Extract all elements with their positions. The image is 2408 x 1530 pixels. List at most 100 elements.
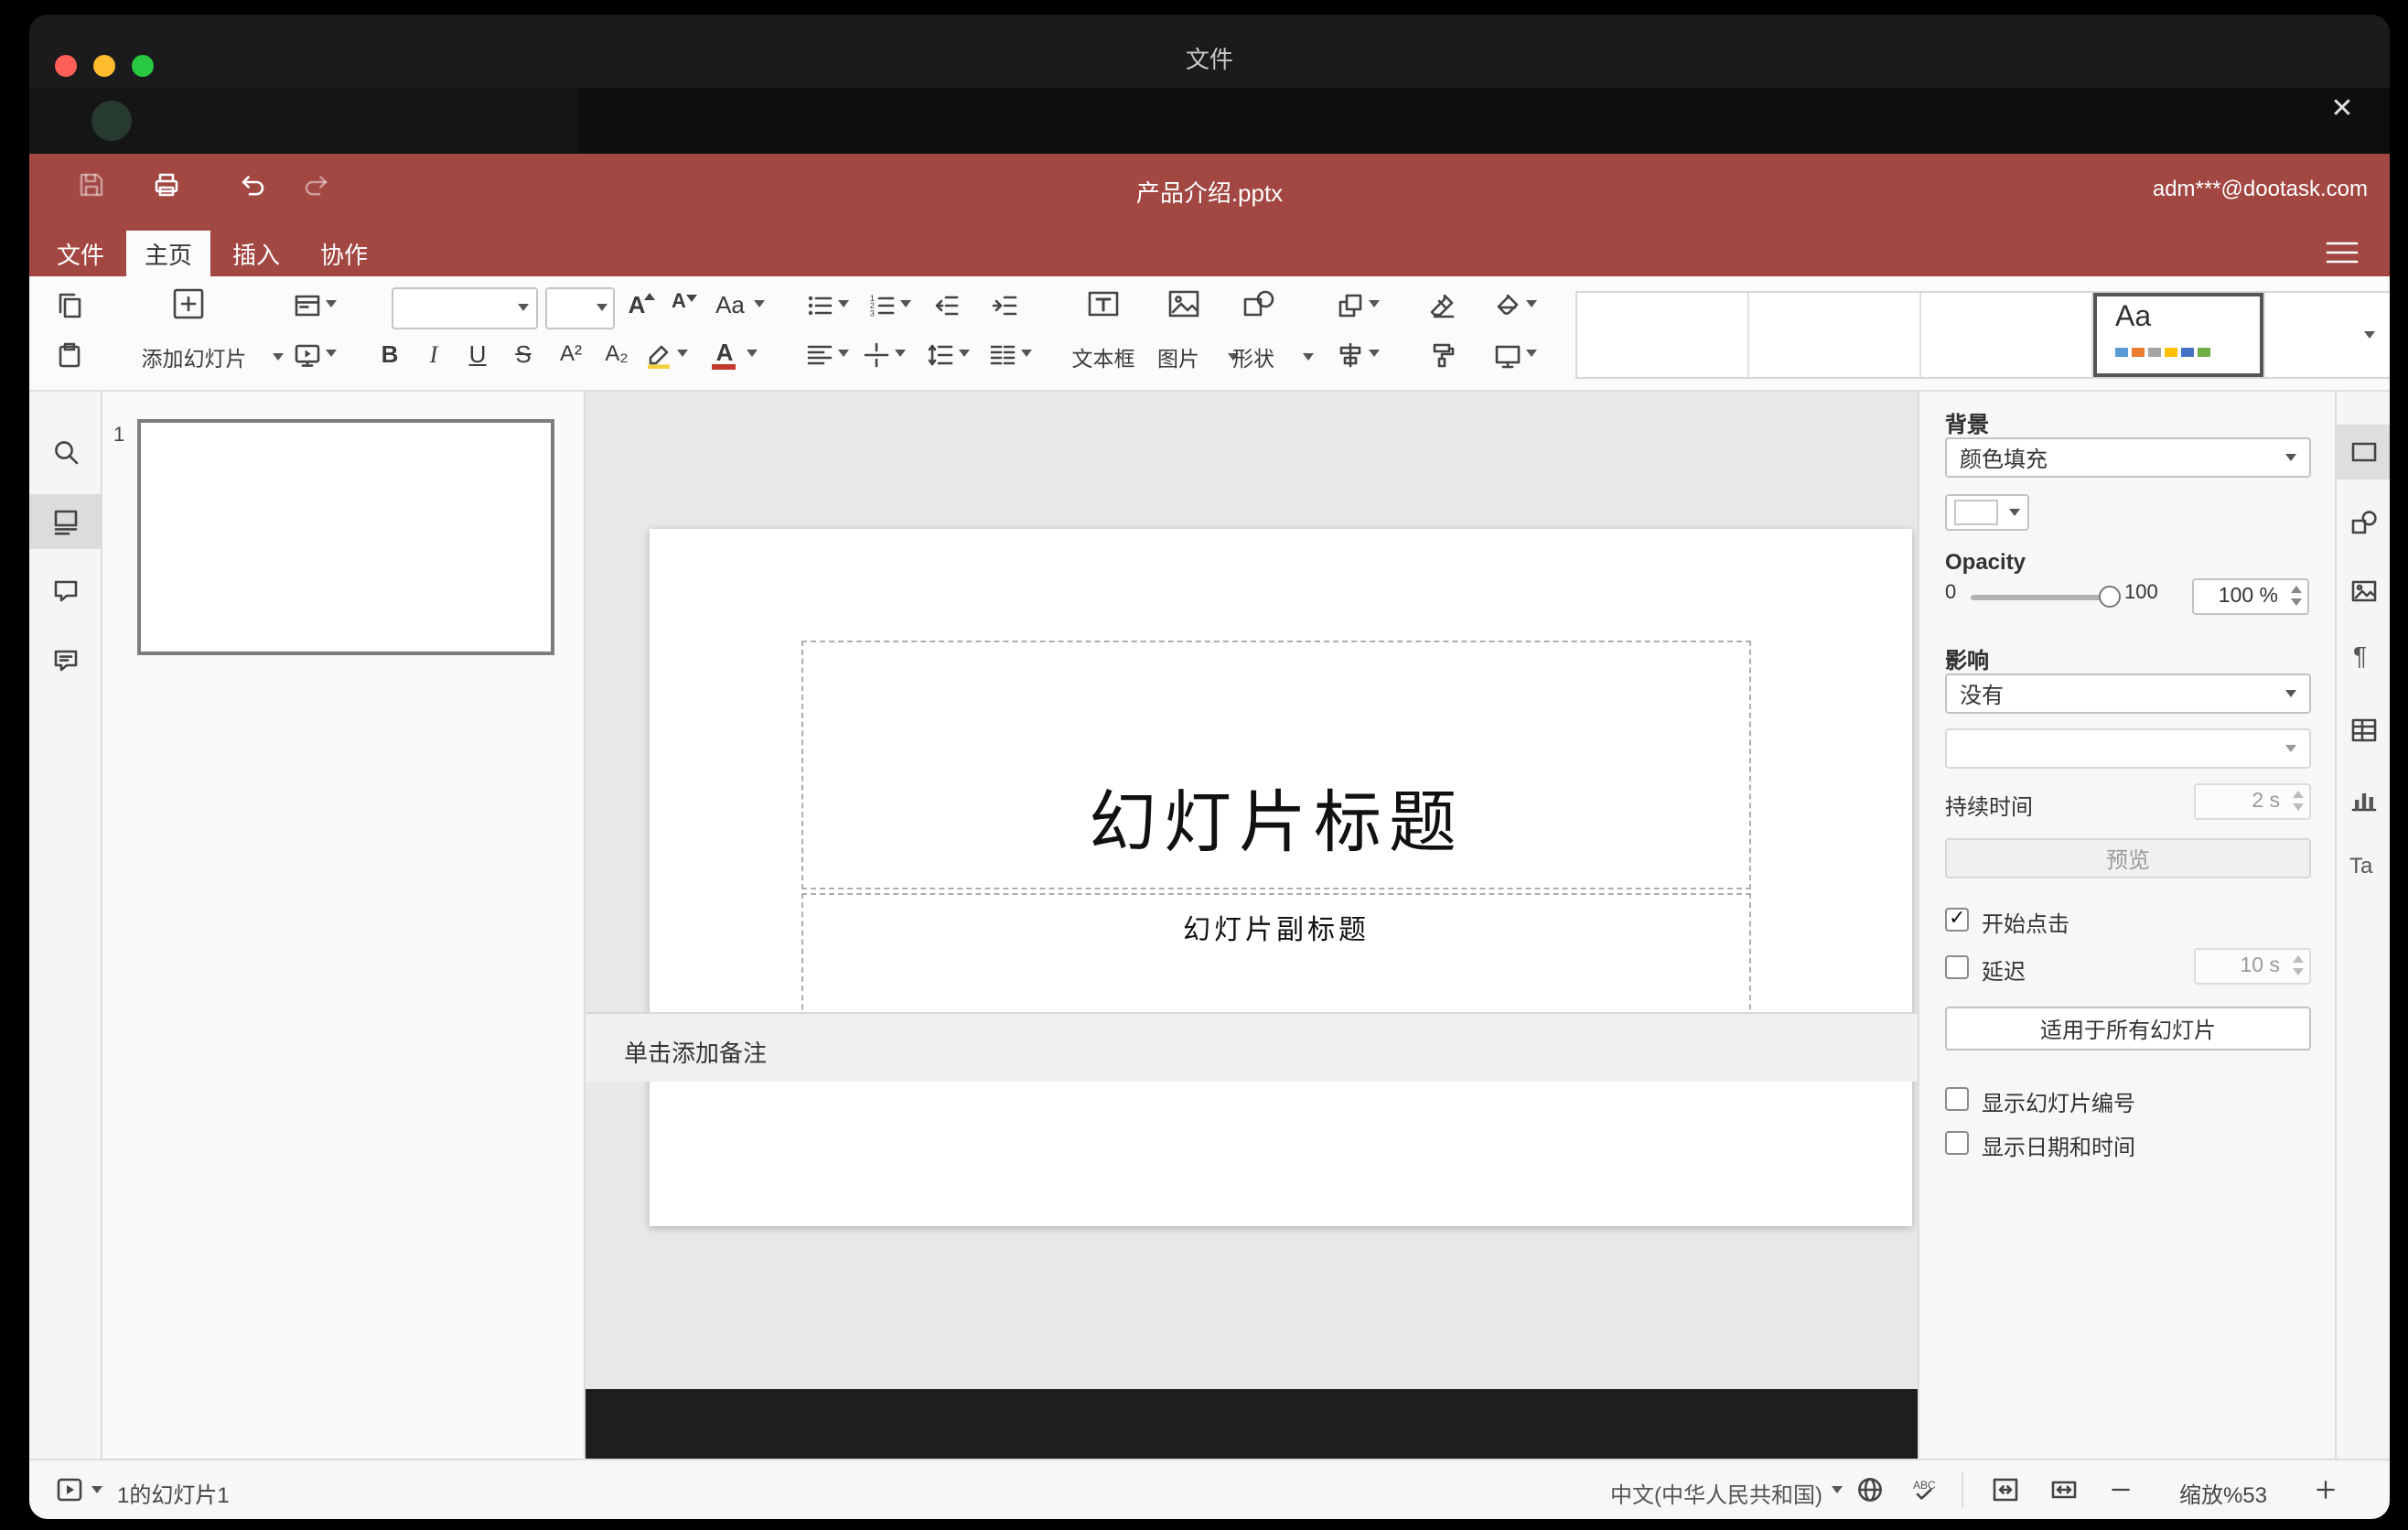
start-on-click-checkbox[interactable] <box>1945 906 1969 932</box>
start-slideshow-chevron-icon[interactable] <box>326 350 337 357</box>
start-slideshow-icon[interactable] <box>293 340 322 370</box>
editing-canvas[interactable]: 幻灯片标题 幻灯片副标题 <box>586 392 1918 1389</box>
arrange-icon[interactable] <box>1336 291 1365 320</box>
numbered-list-icon[interactable]: 123 <box>867 291 897 320</box>
paste-icon[interactable] <box>55 340 84 370</box>
table-settings-icon[interactable] <box>2349 716 2379 745</box>
slide-layout-icon[interactable] <box>293 291 322 320</box>
image-icon[interactable] <box>1166 286 1202 322</box>
search-icon[interactable] <box>51 437 81 467</box>
increase-indent-icon[interactable] <box>990 291 1019 320</box>
change-case-button[interactable]: Aa <box>710 291 750 318</box>
bold-button[interactable]: B <box>375 340 404 368</box>
arrange-chevron-icon[interactable] <box>1369 300 1380 307</box>
zoom-level[interactable]: 缩放%53 <box>2145 1479 2302 1510</box>
font-name-select[interactable] <box>392 287 538 329</box>
add-slide-chevron-icon[interactable] <box>273 353 284 361</box>
background-color-swatch-select[interactable] <box>1945 494 2029 531</box>
duration-input[interactable]: 2 s <box>2194 783 2311 820</box>
fit-width-icon[interactable] <box>2049 1475 2079 1504</box>
language-chevron-icon[interactable] <box>1832 1486 1843 1493</box>
start-slideshow-status-icon[interactable] <box>55 1475 84 1504</box>
zoom-out-icon[interactable] <box>2108 1477 2134 1503</box>
vertical-align-chevron-icon[interactable] <box>895 350 906 357</box>
language-selector[interactable]: 中文(中华人民共和国) <box>1566 1479 1822 1510</box>
delay-spinner[interactable] <box>2293 955 2304 975</box>
theme-slot-selected[interactable]: Aa <box>2093 293 2265 377</box>
highlight-color-icon[interactable] <box>644 340 673 370</box>
spellcheck-icon[interactable]: ABC <box>1910 1475 1940 1504</box>
fit-slide-icon[interactable] <box>1991 1475 2020 1504</box>
shape-button[interactable]: 形状 <box>1208 344 1299 373</box>
comments-icon[interactable] <box>51 576 81 606</box>
title-placeholder[interactable]: 幻灯片标题 <box>801 641 1751 889</box>
decrease-indent-icon[interactable] <box>931 291 961 320</box>
align-text-chevron-icon[interactable] <box>838 350 849 357</box>
increase-font-size-button[interactable]: A <box>622 291 655 318</box>
show-slide-number-checkbox[interactable] <box>1945 1087 1969 1111</box>
superscript-button[interactable]: A² <box>553 340 589 366</box>
tab-collaboration[interactable]: 协作 <box>302 231 386 276</box>
strikethrough-button[interactable]: S <box>509 340 538 368</box>
theme-gallery-expand[interactable] <box>2353 291 2390 379</box>
underline-button[interactable]: U <box>463 340 492 368</box>
align-text-icon[interactable] <box>805 340 834 370</box>
opacity-input[interactable]: 100 % <box>2192 578 2309 615</box>
paragraph-settings-icon[interactable]: ¶ <box>2353 641 2367 670</box>
slideshow-status-chevron-icon[interactable] <box>91 1486 102 1493</box>
add-slide-icon[interactable] <box>170 286 207 322</box>
font-color-button[interactable]: A <box>710 339 739 369</box>
opacity-spinner[interactable] <box>2291 586 2302 606</box>
fill-color-chevron-icon[interactable] <box>1526 300 1537 307</box>
copy-icon[interactable] <box>55 291 84 320</box>
bullet-list-chevron-icon[interactable] <box>838 300 849 307</box>
theme-slot-2[interactable] <box>1749 293 1921 377</box>
delay-checkbox[interactable] <box>1945 955 1969 979</box>
subscript-button[interactable]: A₂ <box>598 340 635 366</box>
hamburger-menu-icon[interactable] <box>2324 238 2360 267</box>
columns-icon[interactable] <box>988 340 1017 370</box>
show-date-time-checkbox[interactable] <box>1945 1131 1969 1155</box>
align-shapes-icon[interactable] <box>1336 340 1365 370</box>
slides-panel-icon[interactable] <box>51 507 81 536</box>
slide[interactable]: 幻灯片标题 幻灯片副标题 <box>650 529 1912 1226</box>
tab-home[interactable]: 主页 <box>126 231 210 276</box>
chart-settings-icon[interactable] <box>2349 785 2379 814</box>
bullet-list-icon[interactable] <box>805 291 834 320</box>
textbox-icon[interactable] <box>1085 286 1122 322</box>
slide-size-chevron-icon[interactable] <box>1526 350 1537 357</box>
slide-size-icon[interactable] <box>1493 340 1522 370</box>
theme-slot-3[interactable] <box>1921 293 2093 377</box>
shape-settings-icon[interactable] <box>2349 507 2379 536</box>
slide-layout-chevron-icon[interactable] <box>326 300 337 307</box>
align-shapes-chevron-icon[interactable] <box>1369 350 1380 357</box>
line-spacing-chevron-icon[interactable] <box>959 350 970 357</box>
clear-style-icon[interactable] <box>1427 291 1457 320</box>
duration-spinner[interactable] <box>2293 791 2304 811</box>
numbered-list-chevron-icon[interactable] <box>900 300 911 307</box>
close-icon[interactable]: ✕ <box>2324 92 2360 128</box>
italic-button[interactable]: I <box>419 340 448 370</box>
tab-insert[interactable]: 插入 <box>214 231 298 276</box>
add-slide-button[interactable]: 添加幻灯片 <box>117 344 271 373</box>
background-fill-select[interactable]: 颜色填充 <box>1945 437 2311 478</box>
notes-area[interactable]: 单击添加备注 <box>586 1012 1918 1082</box>
apply-to-all-slides-button[interactable]: 适用于所有幻灯片 <box>1945 1007 2311 1051</box>
shape-icon[interactable] <box>1241 286 1277 322</box>
highlight-color-chevron-icon[interactable] <box>677 350 688 357</box>
theme-slot-1[interactable] <box>1577 293 1749 377</box>
change-case-chevron-icon[interactable] <box>754 300 765 307</box>
font-size-select[interactable] <box>545 287 615 329</box>
line-spacing-icon[interactable] <box>926 340 955 370</box>
copy-style-icon[interactable] <box>1427 340 1457 370</box>
theme-slot-5[interactable] <box>2265 293 2355 377</box>
fill-color-icon[interactable] <box>1493 291 1522 320</box>
effect-select[interactable]: 没有 <box>1945 673 2311 714</box>
slide-thumbnail[interactable] <box>137 419 554 655</box>
zoom-in-icon[interactable] <box>2313 1477 2338 1503</box>
decrease-font-size-button[interactable]: A <box>664 291 697 313</box>
textart-settings-icon[interactable]: Ta <box>2349 853 2372 878</box>
opacity-slider-track[interactable] <box>1971 595 2110 600</box>
delay-input[interactable]: 10 s <box>2194 948 2311 985</box>
effect-variant-select[interactable] <box>1945 728 2311 769</box>
